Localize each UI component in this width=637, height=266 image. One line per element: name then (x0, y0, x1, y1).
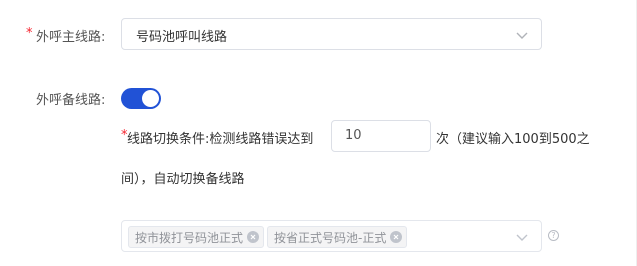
close-icon[interactable] (390, 231, 403, 243)
error-count-input[interactable]: 10 (331, 120, 431, 152)
selected-tag: 按省正式号码池-正式 (267, 226, 408, 248)
condition-prefix: 线路切换条件:检测线路错误达到 (127, 132, 314, 147)
question-circle-icon[interactable]: ? (548, 230, 559, 241)
main-line-select[interactable]: 号码池呼叫线路 (121, 18, 542, 50)
required-mark: * (26, 26, 33, 41)
condition-suffix-line2: 间），自动切换备线路 (121, 172, 245, 187)
toggle-knob (142, 90, 159, 107)
selected-tag: 按市拨打号码池正式 (128, 226, 265, 248)
chevron-down-icon (516, 32, 528, 39)
close-icon[interactable] (247, 231, 260, 243)
backup-line-toggle[interactable] (121, 88, 161, 109)
chevron-down-icon (516, 234, 528, 241)
backup-line-select[interactable]: 按市拨打号码池正式 按省正式号码池-正式 (121, 220, 542, 252)
main-line-value: 号码池呼叫线路 (136, 30, 228, 45)
tag-label: 按省正式号码池-正式 (274, 230, 387, 245)
error-count-value: 10 (345, 128, 362, 143)
backup-line-label: 外呼备线路: (36, 93, 106, 108)
main-line-label: 外呼主线路: (36, 30, 106, 45)
tag-label: 按市拨打号码池正式 (135, 230, 244, 245)
condition-suffix-line1: 次（建议输入100到500之 (436, 132, 590, 147)
